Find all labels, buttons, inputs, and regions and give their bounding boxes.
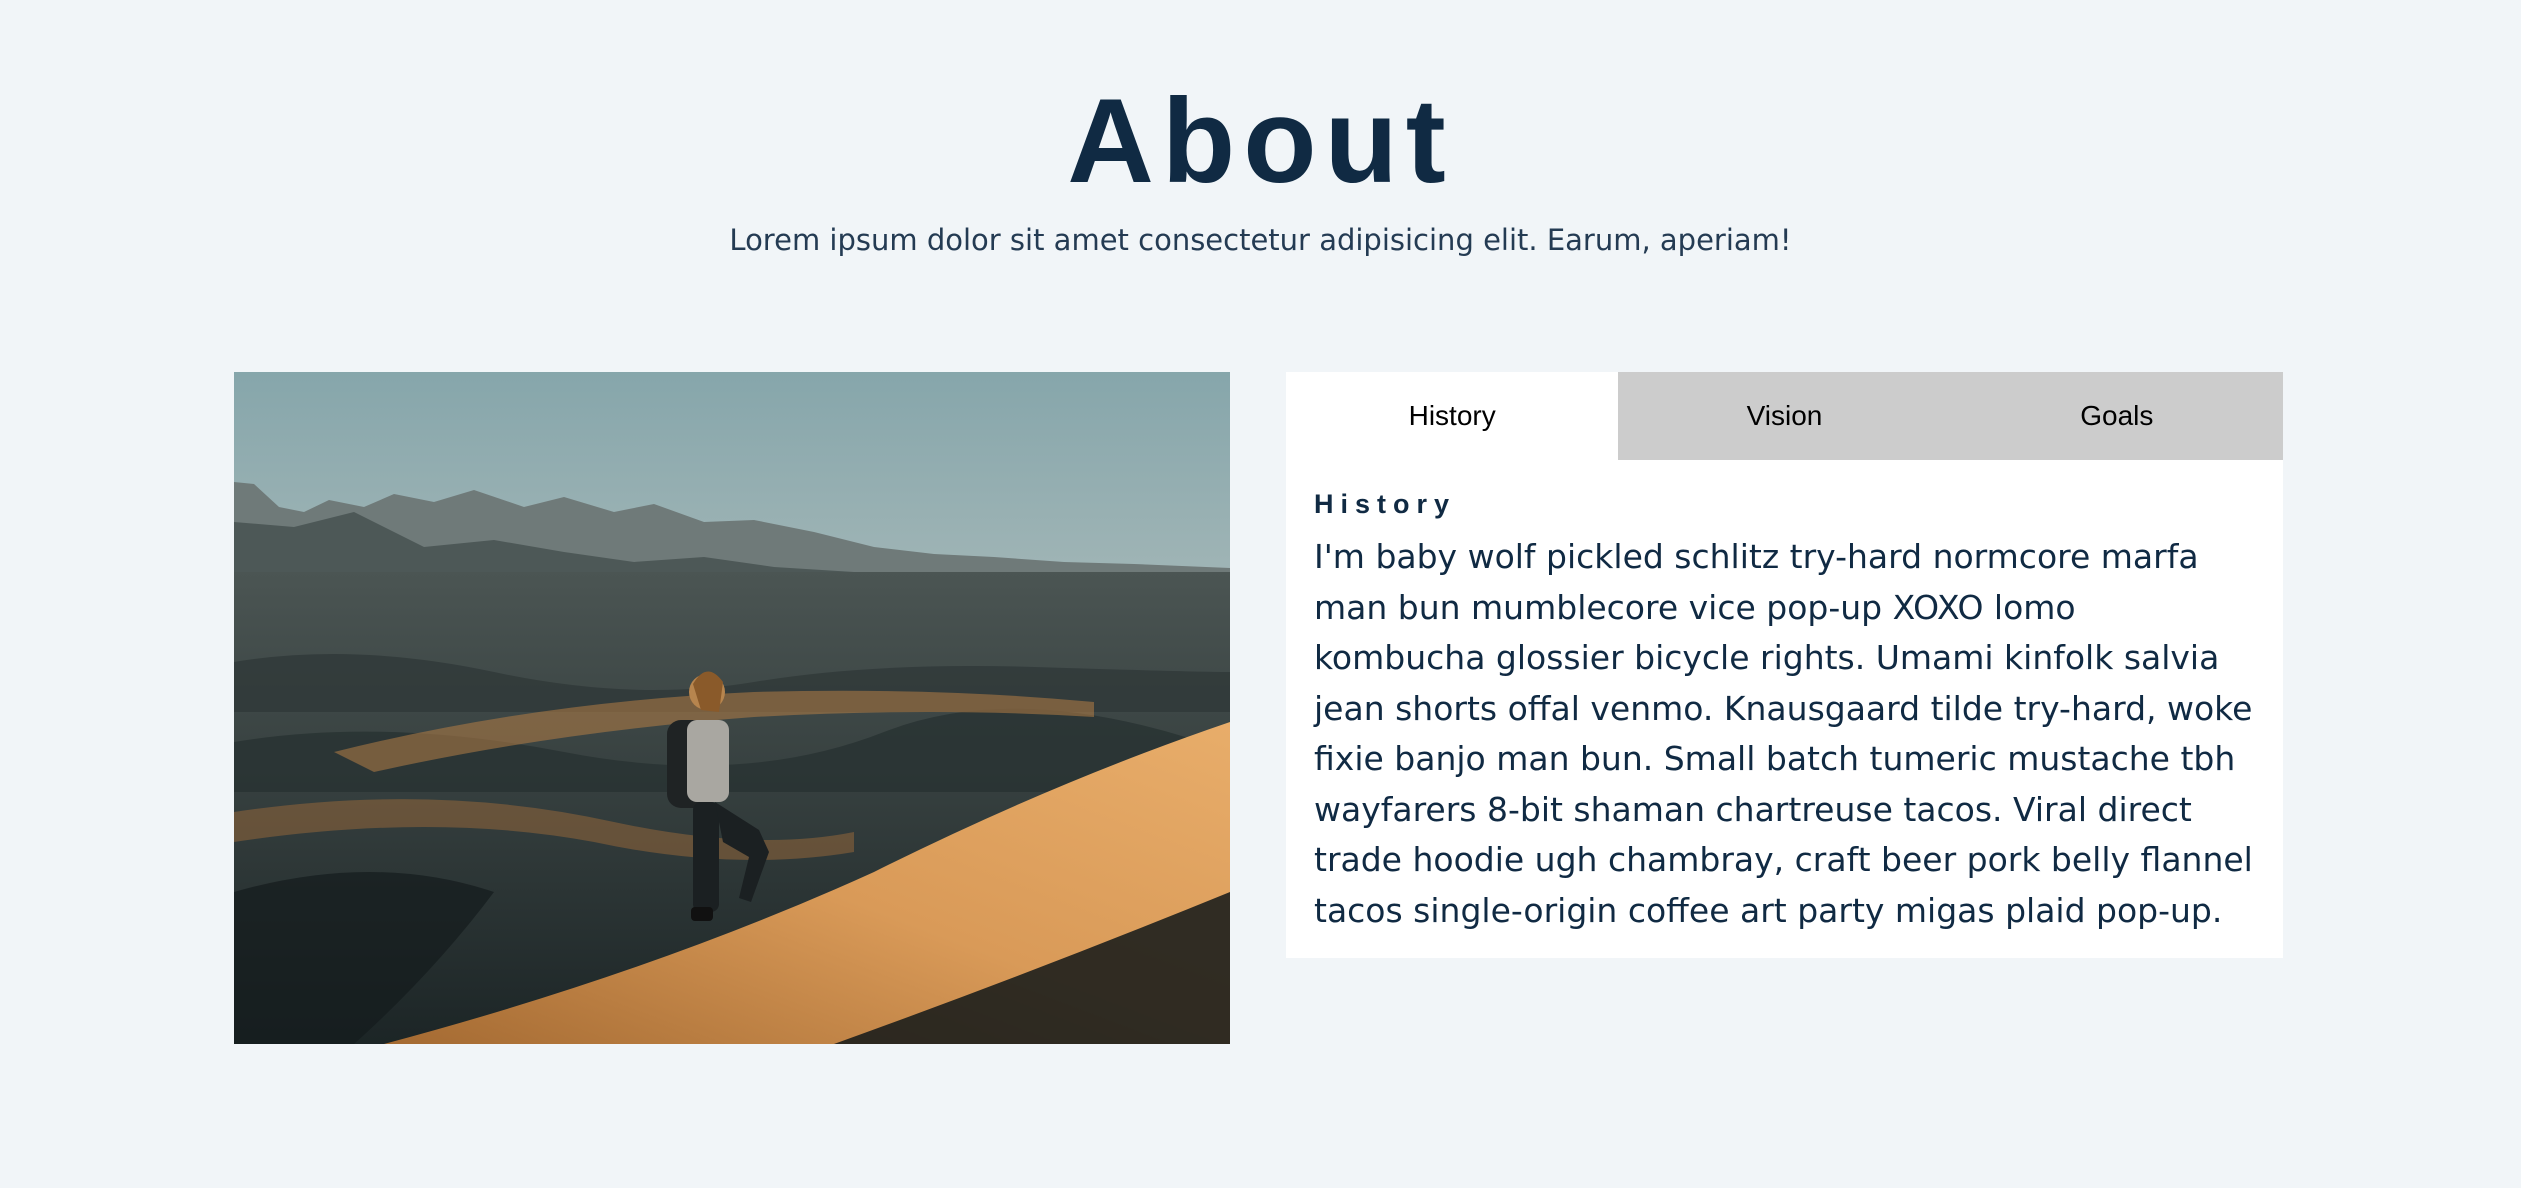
content-text: I'm baby wolf pickled schlitz try-hard n…: [1314, 537, 2253, 930]
content-heading: History: [1314, 489, 1457, 519]
tab-content: History I'm baby wolf pickled schlitz tr…: [1286, 460, 2283, 958]
tab-goals[interactable]: Goals: [1950, 372, 2283, 460]
tab-history[interactable]: History: [1286, 372, 1619, 460]
page-title: About: [1067, 74, 1454, 208]
tab-bar: History Vision Goals: [1286, 372, 2283, 460]
page-subtitle: Lorem ipsum dolor sit amet consectetur a…: [729, 223, 1792, 257]
hiker-desert-photo: [234, 372, 1230, 1044]
about-tabs-panel: History Vision Goals History I'm baby wo…: [1286, 372, 2283, 958]
tab-vision[interactable]: Vision: [1618, 372, 1951, 460]
